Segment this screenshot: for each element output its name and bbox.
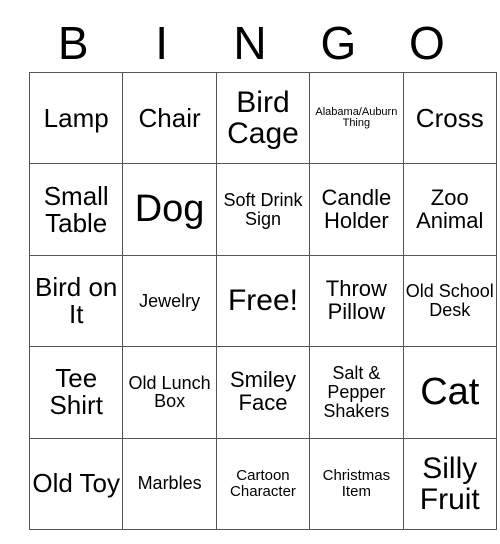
bingo-row: Tee Shirt Old Lunch Box Smiley Face Salt & …	[28, 346, 497, 439]
bingo-grid-body: Lamp Chair Bird Cage Alabama/Auburn Thing Cr…	[28, 71, 497, 530]
bingo-cell[interactable]: Cross	[402, 71, 497, 165]
bingo-cell-label: Cat	[420, 370, 480, 413]
bingo-cell-label: Bird Cage	[227, 86, 299, 151]
bingo-header-letter-i: I	[155, 17, 168, 69]
bingo-cell-label: Tee Shirt	[49, 363, 103, 421]
bingo-header: B I N GO	[29, 14, 471, 72]
bingo-free-space[interactable]: Free!	[215, 254, 311, 348]
bingo-cell[interactable]: Jewelry	[122, 254, 217, 348]
bingo-cell[interactable]: Tee Shirt	[28, 346, 124, 439]
bingo-cell-label: Candle Holder	[321, 184, 392, 233]
bingo-cell[interactable]: Silly Fruit	[402, 437, 497, 530]
bingo-cell[interactable]: Soft Drink Sign	[215, 163, 311, 256]
bingo-cell-label: Silly Fruit	[419, 451, 480, 516]
bingo-cell-label: Smiley Face	[229, 367, 296, 416]
bingo-cell[interactable]: Lamp	[28, 71, 124, 165]
bingo-cell[interactable]: Cartoon Character	[215, 437, 311, 530]
bingo-cell-label: Marbles	[137, 473, 202, 494]
bingo-cell[interactable]: Old School Desk	[402, 254, 497, 348]
bingo-cell[interactable]: Old Toy	[28, 437, 124, 530]
bingo-cell-label: Lamp	[43, 102, 109, 133]
bingo-cell-label: Old Toy	[32, 468, 121, 499]
bingo-cell[interactable]: Bird Cage	[215, 71, 311, 165]
bingo-row: Bird on It Jewelry Free! Throw Pillow Old Sc…	[28, 254, 497, 348]
bingo-header-letter-b: B	[57, 17, 89, 69]
bingo-row: Old Toy Marbles Cartoon Character Christmas…	[28, 437, 497, 530]
bingo-cell-label: Christmas Item	[322, 467, 391, 500]
bingo-cell-label: Throw Pillow	[325, 276, 387, 324]
bingo-grid: Lamp Chair Bird Cage Alabama/Auburn Thing Cr…	[28, 71, 497, 530]
bingo-cell-label: Cross	[415, 102, 484, 133]
bingo-cell-label: Old Lunch Box	[128, 372, 211, 412]
bingo-cell[interactable]: Candle Holder	[309, 163, 404, 256]
bingo-cell-label: Free!	[227, 284, 298, 318]
bingo-cell[interactable]: Small Table	[28, 163, 124, 256]
bingo-cell[interactable]: Smiley Face	[215, 346, 311, 439]
bingo-cell-label: Old School Desk	[405, 281, 494, 320]
bingo-row: Small Table Dog Soft Drink Sign Candle Hold…	[28, 163, 497, 256]
bingo-cell[interactable]: Throw Pillow	[309, 254, 404, 348]
bingo-cell[interactable]: Chair	[122, 71, 217, 165]
bingo-cell-label: Salt & Pepper Shakers	[323, 363, 390, 421]
bingo-cell[interactable]: Salt & Pepper Shakers	[309, 346, 404, 439]
bingo-cell[interactable]: Cat	[402, 346, 497, 439]
bingo-cell-label: Jewelry	[139, 290, 201, 311]
bingo-card: B I N GO Lamp Chair Bird Cage Alabama/Auburn T…	[28, 14, 497, 530]
bingo-cell-label: Soft Drink Sign	[223, 189, 303, 229]
bingo-header-letter-g: G	[320, 17, 357, 69]
bingo-header-letter-o: O	[408, 17, 445, 69]
bingo-cell-label: Alabama/Auburn Thing	[315, 105, 398, 130]
bingo-cell[interactable]: Alabama/Auburn Thing	[309, 71, 404, 165]
bingo-row: Lamp Chair Bird Cage Alabama/Auburn Thing Cr…	[28, 71, 497, 165]
bingo-cell-label: Cartoon Character	[230, 467, 296, 500]
bingo-header-letter-n: N	[233, 17, 267, 69]
bingo-cell[interactable]: Christmas Item	[309, 437, 404, 530]
bingo-cell[interactable]: Bird on It	[28, 254, 124, 348]
bingo-cell[interactable]: Zoo Animal	[402, 163, 497, 256]
bingo-cell[interactable]: Old Lunch Box	[122, 346, 217, 439]
bingo-cell-label: Dog	[134, 187, 205, 230]
bingo-cell[interactable]: Marbles	[122, 437, 217, 530]
bingo-cell-label: Small Table	[43, 180, 109, 238]
bingo-cell-label: Zoo Animal	[416, 184, 484, 233]
bingo-cell[interactable]: Dog	[122, 163, 217, 256]
bingo-cell-label: Chair	[138, 102, 201, 133]
bingo-cell-label: Bird on It	[35, 271, 118, 329]
